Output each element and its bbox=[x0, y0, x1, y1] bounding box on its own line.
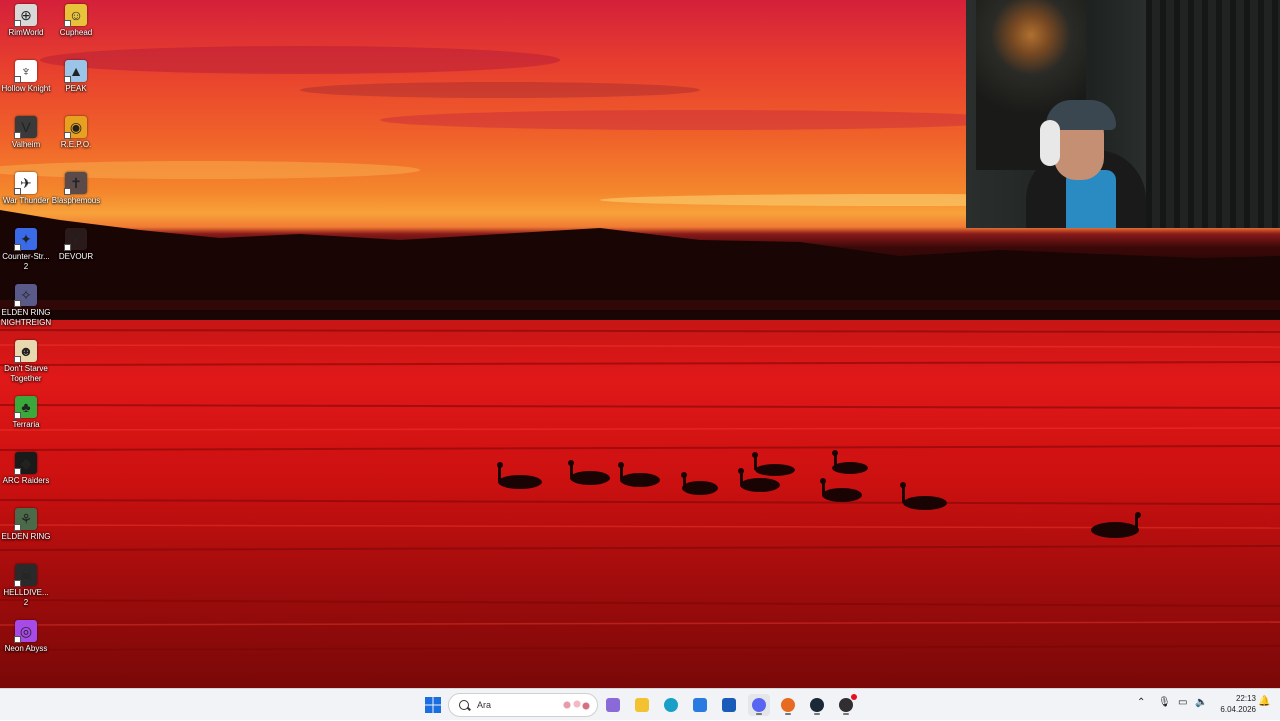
running-indicator bbox=[785, 713, 791, 715]
start-button[interactable] bbox=[422, 694, 444, 716]
clock-time: 22:13 bbox=[1235, 694, 1256, 703]
app-shortcut-icon: ♣ bbox=[14, 396, 37, 419]
microphone-icon[interactable]: 🎙 bbox=[1158, 697, 1171, 708]
desktop-icon-label: Cuphead bbox=[59, 28, 93, 37]
windows-logo-icon bbox=[425, 697, 441, 713]
desktop-icon-r-e-p-o[interactable]: ◉ R.E.P.O. bbox=[50, 112, 102, 150]
app-shortcut-icon: ✦ bbox=[14, 228, 37, 251]
desktop-icon-war-thunder[interactable]: ✈ War Thunder bbox=[0, 168, 52, 206]
webcam-overlay bbox=[966, 0, 1280, 228]
taskbar-store-button[interactable] bbox=[689, 694, 711, 716]
discord-icon bbox=[752, 698, 766, 712]
search-placeholder: Ara bbox=[477, 700, 492, 710]
taskbar-firefox-button[interactable] bbox=[777, 694, 799, 716]
steam-icon bbox=[810, 698, 824, 712]
taskbar-steam-button[interactable] bbox=[806, 694, 828, 716]
running-indicator bbox=[756, 713, 762, 715]
desktop-icon-label: HELLDIVE... 2 bbox=[3, 588, 49, 607]
running-indicator bbox=[814, 713, 820, 715]
app-shortcut-icon: ☻ bbox=[14, 340, 37, 363]
desktop-icon-elden-ring[interactable]: ⚘ ELDEN RING bbox=[0, 504, 52, 542]
desktop-icon-rimworld[interactable]: ⊕ RimWorld bbox=[0, 0, 52, 38]
desktop-icon-label: Don't Starve Together bbox=[4, 364, 48, 383]
volume-icon[interactable]: 🔈 bbox=[1195, 697, 1207, 708]
app-shortcut-icon: ϒ bbox=[64, 228, 87, 251]
desktop-icon-label: War Thunder bbox=[2, 196, 50, 205]
desktop-icon-label: ELDEN RING bbox=[1, 532, 51, 541]
outlook-icon bbox=[722, 698, 736, 712]
desktop-icon-peak[interactable]: ▲ PEAK bbox=[50, 56, 102, 94]
app-shortcut-icon: ⊕ bbox=[14, 4, 37, 27]
taskbar-edge-button[interactable] bbox=[660, 694, 682, 716]
geese-silhouettes bbox=[497, 450, 1141, 538]
desktop-icon-hollow-knight[interactable]: ♆ Hollow Knight bbox=[0, 56, 52, 94]
search-highlight-icon bbox=[559, 698, 593, 712]
desktop-icon-valheim[interactable]: V Valheim bbox=[0, 112, 52, 150]
firefox-icon bbox=[781, 698, 795, 712]
app-shortcut-icon: V bbox=[14, 116, 37, 139]
desktop-icon-label: R.E.P.O. bbox=[60, 140, 92, 149]
desktop-icon-cuphead[interactable]: ☺ Cuphead bbox=[50, 0, 102, 38]
app-shortcut-icon: ◉ bbox=[64, 116, 87, 139]
desktop-icon-don-t-starve-together[interactable]: ☻ Don't Starve Together bbox=[0, 336, 52, 384]
desktop-icon-counter-str-2[interactable]: ✦ Counter-Str... 2 bbox=[0, 224, 52, 272]
app-shortcut-icon: ▲ bbox=[64, 60, 87, 83]
app-shortcut-icon: ⚘ bbox=[14, 508, 37, 531]
desktop-icon-label: Terraria bbox=[12, 420, 40, 429]
desktop-icon-label: Counter-Str... 2 bbox=[2, 252, 50, 271]
app-shortcut-icon: ✝ bbox=[64, 172, 87, 195]
notification-bell-icon[interactable]: 🔔 bbox=[1258, 696, 1270, 707]
file-explorer-icon bbox=[635, 698, 649, 712]
obs-icon bbox=[839, 698, 853, 712]
app-shortcut-icon: ☺ bbox=[64, 4, 87, 27]
store-icon bbox=[693, 698, 707, 712]
app-shortcut-icon: ◎ bbox=[14, 620, 37, 643]
taskbar-discord-button[interactable] bbox=[748, 694, 770, 716]
desktop-icon-helldive-2[interactable]: ☠ HELLDIVE... 2 bbox=[0, 560, 52, 608]
desktop-icon-label: Neon Abyss bbox=[4, 644, 48, 653]
app-shortcut-icon: ✈ bbox=[14, 172, 37, 195]
taskbar-widgets-button[interactable] bbox=[602, 694, 624, 716]
clock-date: 6.04.2026 bbox=[1220, 705, 1256, 714]
taskbar-file-explorer-button[interactable] bbox=[631, 694, 653, 716]
desktop-icon-label: PEAK bbox=[65, 84, 87, 93]
app-shortcut-icon: ♆ bbox=[14, 60, 37, 83]
search-icon bbox=[459, 700, 469, 710]
network-icon[interactable]: ▭ bbox=[1178, 697, 1187, 708]
app-shortcut-icon: ◆ bbox=[14, 452, 37, 475]
desktop-icon-elden-ring-nightreign[interactable]: ✧ ELDEN RING NIGHTREIGN bbox=[0, 280, 52, 328]
edge-icon bbox=[664, 698, 678, 712]
recording-badge-icon bbox=[851, 694, 857, 700]
taskbar-obs-button[interactable] bbox=[835, 694, 857, 716]
widgets-icon bbox=[606, 698, 620, 712]
taskbar-clock[interactable]: 22:13 6.04.2026 bbox=[1212, 693, 1256, 715]
tray-overflow-chevron-icon[interactable]: ⌃ bbox=[1137, 697, 1145, 708]
desktop-icon-label: DEVOUR bbox=[58, 252, 94, 261]
webcam-curtain bbox=[1146, 0, 1280, 228]
taskbar-outlook-button[interactable] bbox=[718, 694, 740, 716]
desktop-icon-label: ARC Raiders bbox=[2, 476, 50, 485]
desktop-icon-label: Blasphemous bbox=[51, 196, 101, 205]
app-shortcut-icon: ✧ bbox=[14, 284, 37, 307]
desktop-icon-blasphemous[interactable]: ✝ Blasphemous bbox=[50, 168, 102, 206]
taskbar: Ara ⌃ 🎙 ▭ 🔈 22:13 6.04.2026 🔔 bbox=[0, 688, 1280, 720]
taskbar-search-box[interactable]: Ara bbox=[448, 693, 598, 717]
desktop-icon-label: ELDEN RING NIGHTREIGN bbox=[0, 308, 52, 327]
desktop-icon-devour[interactable]: ϒ DEVOUR bbox=[50, 224, 102, 262]
desktop-icon-neon-abyss[interactable]: ◎ Neon Abyss bbox=[0, 616, 52, 654]
app-shortcut-icon: ☠ bbox=[14, 564, 37, 587]
webcam-person-headset bbox=[1040, 120, 1060, 166]
desktop-icon-label: Valheim bbox=[11, 140, 41, 149]
running-indicator bbox=[843, 713, 849, 715]
desktop-icon-label: RimWorld bbox=[8, 28, 44, 37]
desktop-icon-terraria[interactable]: ♣ Terraria bbox=[0, 392, 52, 430]
desktop-icon-arc-raiders[interactable]: ◆ ARC Raiders bbox=[0, 448, 52, 486]
desktop-icon-label: Hollow Knight bbox=[1, 84, 51, 93]
